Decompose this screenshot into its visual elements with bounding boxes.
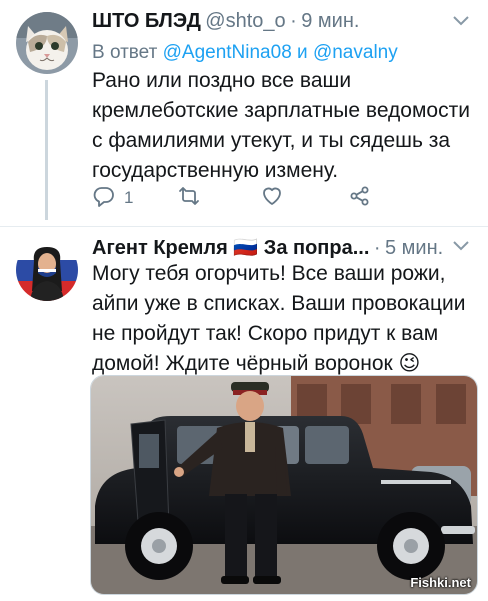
like-button[interactable] <box>260 183 284 213</box>
retweet-icon <box>177 184 201 213</box>
timestamp[interactable]: 9 мин. <box>301 10 359 32</box>
watermark: Fishki.net <box>410 575 471 590</box>
tweet-2[interactable]: Агент Кремля 🇷🇺 За попра... · 5 мин. Мог… <box>0 226 488 601</box>
retweet-button[interactable] <box>177 183 201 213</box>
share-icon <box>348 184 372 213</box>
tweet-1[interactable]: ШТО БЛЭД @shto_o · 9 мин. В ответ @Agent… <box>0 0 488 226</box>
display-name[interactable]: ШТО БЛЭД <box>92 10 201 32</box>
tweet-header: ШТО БЛЭД @shto_o · 9 мин. <box>92 10 478 38</box>
separator-dot: · <box>373 237 381 259</box>
mention-link-1[interactable]: @AgentNina08 <box>163 42 292 63</box>
reply-prefix: В ответ <box>92 42 158 63</box>
cat-avatar[interactable] <box>16 12 78 74</box>
mention-and: и <box>297 42 308 63</box>
reply-icon <box>92 184 116 213</box>
heart-icon <box>260 184 284 213</box>
share-button[interactable] <box>348 183 372 213</box>
attached-photo[interactable]: Fishki.net <box>90 375 478 595</box>
tweet-text: Рано или поздно все ваши кремлеботские з… <box>92 69 470 182</box>
user-handle[interactable]: @shto_o <box>205 10 285 32</box>
timestamp[interactable]: 5 мин. <box>385 237 443 259</box>
display-name[interactable]: Агент Кремля 🇷🇺 За попра... <box>92 237 369 259</box>
reply-count: 1 <box>124 188 134 207</box>
reply-context: В ответ @AgentNina08 и @navalny <box>92 42 398 64</box>
tweet-text: Могу тебя огорчить! Все ваши рожи, айпи … <box>92 262 466 375</box>
separator-dot: · <box>290 10 297 32</box>
woman-flag-avatar[interactable] <box>16 239 78 301</box>
chevron-down-icon[interactable] <box>450 237 472 255</box>
tweet-actions: 1 <box>92 183 392 213</box>
reply-button[interactable]: 1 <box>92 183 133 213</box>
chevron-down-icon[interactable] <box>450 12 472 30</box>
mention-link-2[interactable]: @navalny <box>313 42 398 63</box>
thread-line <box>45 80 48 220</box>
